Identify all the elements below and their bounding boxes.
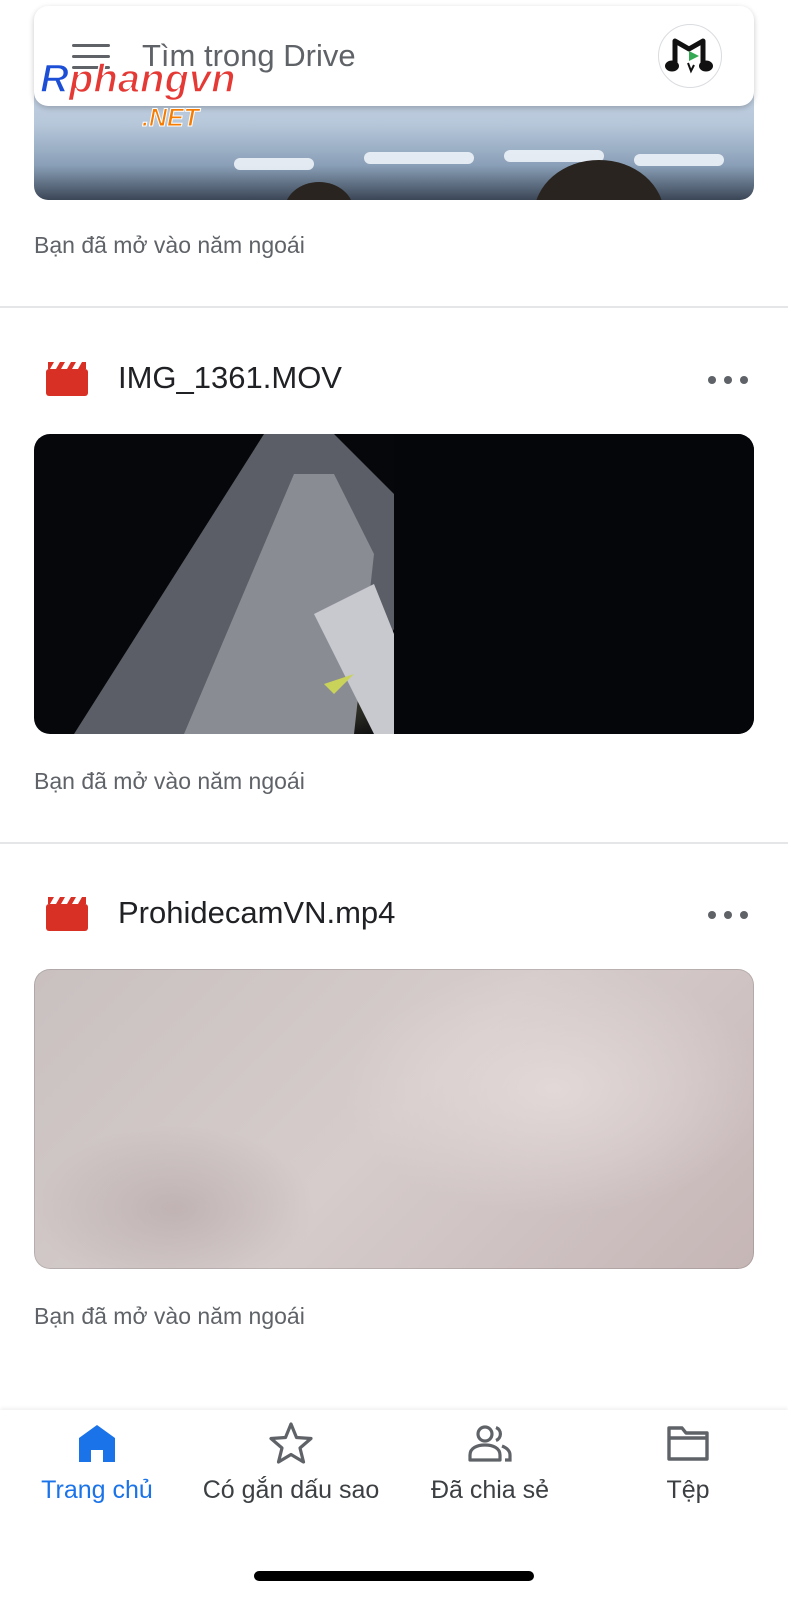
file-activity-text: Bạn đã mở vào năm ngoái — [34, 1303, 305, 1329]
folder-icon — [667, 1426, 709, 1461]
card-divider — [0, 306, 788, 308]
menu-icon[interactable] — [72, 44, 110, 70]
home-icon — [79, 1425, 115, 1462]
nav-label: Có gắn dấu sao — [202, 1476, 380, 1504]
search-bar[interactable]: Tìm trong Drive — [34, 6, 754, 106]
nav-label: Trang chủ — [41, 1476, 153, 1504]
search-input[interactable]: Tìm trong Drive — [142, 38, 356, 74]
video-file-icon — [46, 362, 88, 396]
avatar[interactable] — [658, 24, 722, 88]
file-thumbnail[interactable] — [34, 434, 754, 734]
file-activity-text: Bạn đã mở vào năm ngoái — [34, 768, 305, 794]
more-options-button[interactable] — [708, 370, 748, 390]
nav-label: Đã chia sẻ — [430, 1476, 550, 1504]
file-activity-text: Bạn đã mở vào năm ngoái — [34, 232, 305, 258]
star-icon — [269, 1422, 313, 1464]
nav-files[interactable]: Tệp — [588, 1420, 788, 1520]
nav-label: Tệp — [666, 1476, 710, 1504]
video-frame — [74, 434, 754, 734]
nav-home[interactable]: Trang chủ — [0, 1420, 197, 1520]
drive-home-screen: Bạn đã mở vào năm ngoái IMG_1361.MOV Bạn… — [0, 0, 788, 1600]
file-name[interactable]: IMG_1361.MOV — [118, 360, 342, 396]
file-thumbnail[interactable] — [34, 969, 754, 1269]
more-horizontal-icon — [708, 376, 716, 384]
music-note-avatar — [665, 38, 713, 74]
file-name[interactable]: ProhidecamVN.mp4 — [118, 895, 395, 931]
home-indicator[interactable] — [254, 1571, 534, 1581]
nav-shared[interactable]: Đã chia sẻ — [390, 1420, 590, 1520]
video-file-icon — [46, 897, 88, 931]
nav-starred[interactable]: Có gắn dấu sao — [191, 1420, 391, 1520]
people-icon — [468, 1425, 512, 1462]
card-divider — [0, 842, 788, 844]
more-options-button[interactable] — [708, 905, 748, 925]
more-horizontal-icon — [708, 911, 716, 919]
